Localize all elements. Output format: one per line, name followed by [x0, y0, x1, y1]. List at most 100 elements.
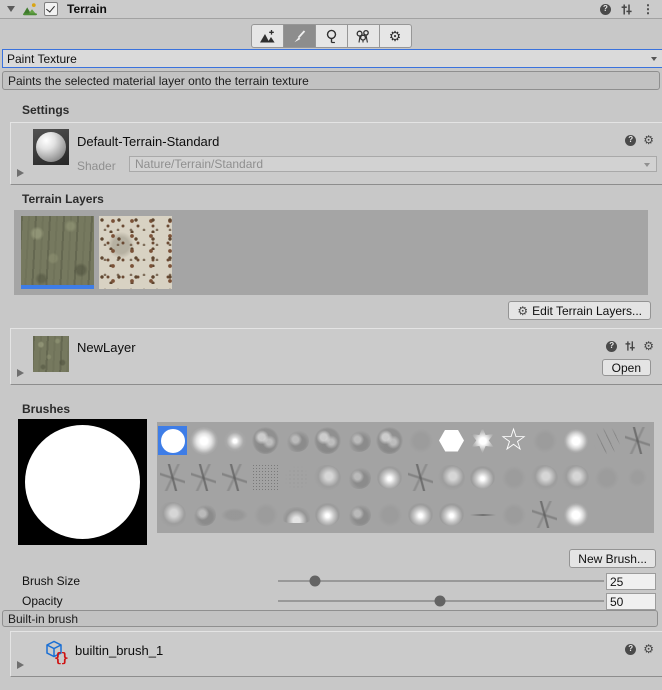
brush-glyph-faint: [501, 502, 527, 528]
brush-faint[interactable]: [406, 426, 435, 455]
brush-size-field[interactable]: [606, 573, 656, 590]
brush-glyph-bright: [439, 503, 464, 526]
brush-glyph-branch: [625, 427, 650, 454]
brush-branch[interactable]: [158, 463, 187, 492]
brush-bright[interactable]: [468, 463, 497, 492]
layer-thumbnail[interactable]: [33, 336, 69, 372]
brush-star6[interactable]: [468, 426, 497, 455]
brush-mottle[interactable]: [251, 426, 280, 455]
brush-glowdot[interactable]: [561, 426, 590, 455]
brush-size-slider[interactable]: [278, 573, 604, 589]
brush-branch[interactable]: [220, 463, 249, 492]
brush-scratch[interactable]: [592, 426, 621, 455]
presets-icon[interactable]: [624, 340, 636, 352]
brush-branch[interactable]: [406, 463, 435, 492]
brush-glyph-faint: [253, 502, 279, 528]
brush-speck[interactable]: [344, 500, 373, 529]
brush-star5[interactable]: ☆: [499, 426, 528, 455]
tool-create-neighbor-terrains[interactable]: [251, 24, 284, 48]
brush-faint[interactable]: [499, 463, 528, 492]
brush-glyph-speck: [285, 429, 309, 452]
help-icon[interactable]: ?: [606, 341, 617, 352]
help-icon[interactable]: ?: [625, 135, 636, 146]
brush-bright[interactable]: [437, 500, 466, 529]
kebab-menu-icon[interactable]: ⋮: [642, 3, 654, 15]
brush-faint[interactable]: [499, 500, 528, 529]
brush-speck[interactable]: [189, 500, 218, 529]
brush-bright[interactable]: [313, 500, 342, 529]
brush-faint[interactable]: [592, 463, 621, 492]
brush-speck[interactable]: [344, 426, 373, 455]
builtin-brush-note: Built-in brush: [2, 610, 658, 627]
brush-branch[interactable]: [623, 426, 652, 455]
brush-glyph-bright: [315, 503, 340, 526]
brush-glyph-bright: [377, 466, 402, 489]
open-layer-button[interactable]: Open: [602, 359, 651, 376]
brush-branch[interactable]: [189, 463, 218, 492]
brush-glow[interactable]: [189, 426, 218, 455]
brush-glyph-splat: [314, 465, 341, 490]
brush-size-handle[interactable]: [310, 576, 321, 587]
opacity-row: Opacity: [0, 593, 662, 609]
gear-icon[interactable]: ⚙: [643, 134, 654, 146]
brush-faint[interactable]: [375, 500, 404, 529]
terrain-layer-stone[interactable]: [99, 216, 172, 289]
tool-terrain-settings[interactable]: ⚙: [380, 24, 412, 48]
presets-icon[interactable]: [620, 3, 633, 16]
scripted-asset-icon: {}: [43, 638, 73, 668]
brush-bright[interactable]: [406, 500, 435, 529]
brush-size-label: Brush Size: [22, 574, 80, 588]
gear-icon[interactable]: ⚙: [643, 643, 654, 655]
brush-diamond[interactable]: [623, 463, 652, 492]
gear-icon[interactable]: ⚙: [643, 340, 654, 352]
opacity-field[interactable]: [606, 593, 656, 610]
help-icon[interactable]: ?: [625, 644, 636, 655]
brush-line[interactable]: [468, 500, 497, 529]
brush-splat[interactable]: [561, 463, 590, 492]
brush-arc[interactable]: [282, 500, 311, 529]
brush-dot[interactable]: [220, 426, 249, 455]
layer-foldout-icon[interactable]: [17, 369, 24, 377]
tool-paint-trees[interactable]: [316, 24, 348, 48]
brush-branch[interactable]: [530, 500, 559, 529]
help-icon[interactable]: ?: [600, 4, 611, 15]
material-preview[interactable]: [33, 129, 69, 165]
chevron-down-icon: [651, 57, 657, 61]
brush-splat[interactable]: [530, 463, 559, 492]
settings-heading: Settings: [22, 103, 69, 117]
tool-paint-details[interactable]: [348, 24, 380, 48]
brush-glyph-star5: ☆: [500, 425, 528, 456]
opacity-slider[interactable]: [278, 593, 604, 609]
brush-glyph-splat: [562, 465, 589, 490]
tool-paint-terrain[interactable]: [284, 24, 316, 48]
brush-glyph-speck: [347, 429, 371, 452]
component-enabled-checkbox[interactable]: [44, 2, 58, 16]
new-brush-button[interactable]: New Brush...: [569, 549, 656, 568]
terrain-layer-grass[interactable]: [21, 216, 94, 289]
brush-asset-foldout-icon[interactable]: [17, 661, 24, 669]
brush-glyph-splat: [159, 502, 186, 527]
opacity-handle[interactable]: [435, 596, 446, 607]
brush-hex[interactable]: [437, 426, 466, 455]
brush-mottle[interactable]: [313, 426, 342, 455]
brush-noise[interactable]: [251, 463, 280, 492]
edit-terrain-layers-button[interactable]: ⚙ Edit Terrain Layers...: [508, 301, 651, 320]
brush-glowdot[interactable]: [561, 500, 590, 529]
brush-speck[interactable]: [344, 463, 373, 492]
component-foldout-icon[interactable]: [7, 6, 15, 12]
brush-faint[interactable]: [251, 500, 280, 529]
brush-bright[interactable]: [375, 463, 404, 492]
brush-mottle[interactable]: [375, 426, 404, 455]
brush-speck[interactable]: [282, 426, 311, 455]
brush-splat[interactable]: [158, 500, 187, 529]
brush-sel[interactable]: [158, 426, 187, 455]
brush-faintnoise[interactable]: [282, 463, 311, 492]
paint-mode-dropdown[interactable]: Paint Texture: [2, 49, 662, 68]
shader-dropdown: Nature/Terrain/Standard: [129, 156, 657, 172]
brush-splat[interactable]: [437, 463, 466, 492]
brush-wisp[interactable]: [220, 500, 249, 529]
brush-faint[interactable]: [530, 426, 559, 455]
material-foldout-icon[interactable]: [17, 169, 24, 177]
brush-splat[interactable]: [313, 463, 342, 492]
brush-preview-circle: [25, 425, 140, 539]
